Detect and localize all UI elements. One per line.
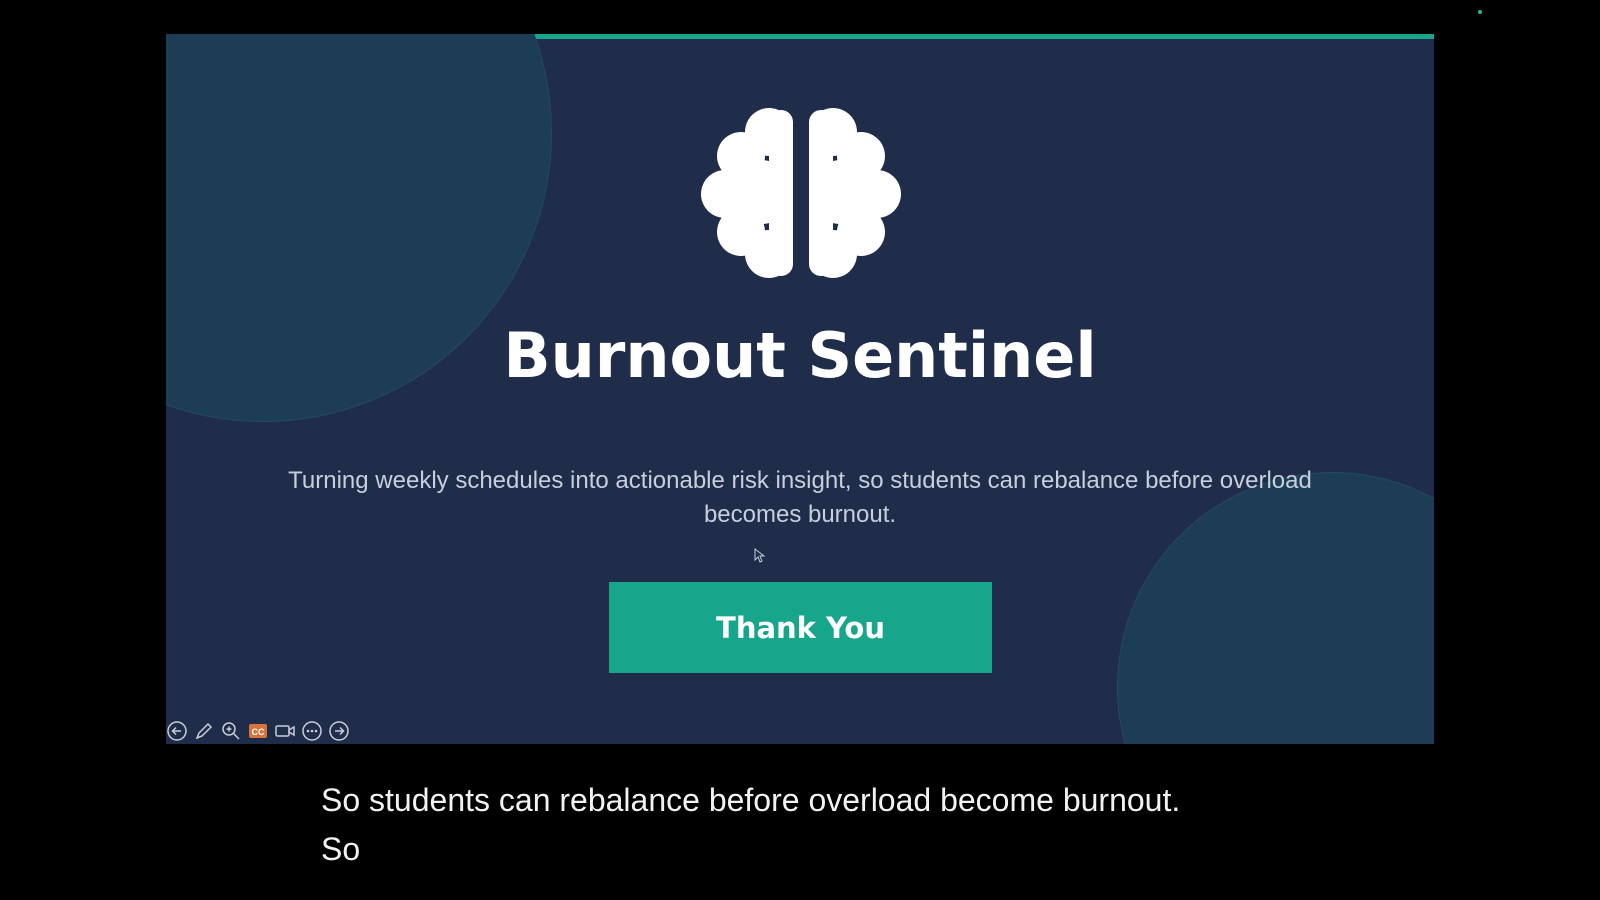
captions-button[interactable]: CC [247, 720, 269, 742]
captions-icon: CC [249, 724, 267, 738]
more-options-button[interactable] [301, 720, 323, 742]
slide-title: Burnout Sentinel [503, 319, 1097, 392]
presentation-slide: Burnout Sentinel Turning weekly schedule… [166, 34, 1434, 744]
next-slide-button[interactable] [328, 720, 350, 742]
caption-line-1: So students can rebalance before overloa… [321, 782, 1181, 818]
video-icon [275, 725, 295, 737]
next-icon [329, 721, 349, 741]
caption-line-2: So [321, 831, 361, 867]
mouse-pointer-icon [754, 548, 766, 563]
pen-tool-button[interactable] [193, 720, 215, 742]
previous-icon [167, 721, 187, 741]
live-captions: So students can rebalance before overloa… [321, 776, 1421, 874]
zoom-button[interactable] [220, 720, 242, 742]
video-button[interactable] [274, 720, 296, 742]
captions-label: CC [252, 727, 265, 737]
zoom-icon [222, 722, 240, 740]
slide-subtitle: Turning weekly schedules into actionable… [288, 467, 1312, 528]
pen-icon [195, 722, 213, 740]
previous-slide-button[interactable] [166, 720, 188, 742]
more-options-icon [302, 721, 322, 741]
slideshow-toolbar: CC [166, 720, 350, 742]
brain-icon [701, 106, 901, 278]
thank-you-button[interactable]: Thank You [609, 582, 992, 673]
status-dot [1478, 10, 1482, 14]
